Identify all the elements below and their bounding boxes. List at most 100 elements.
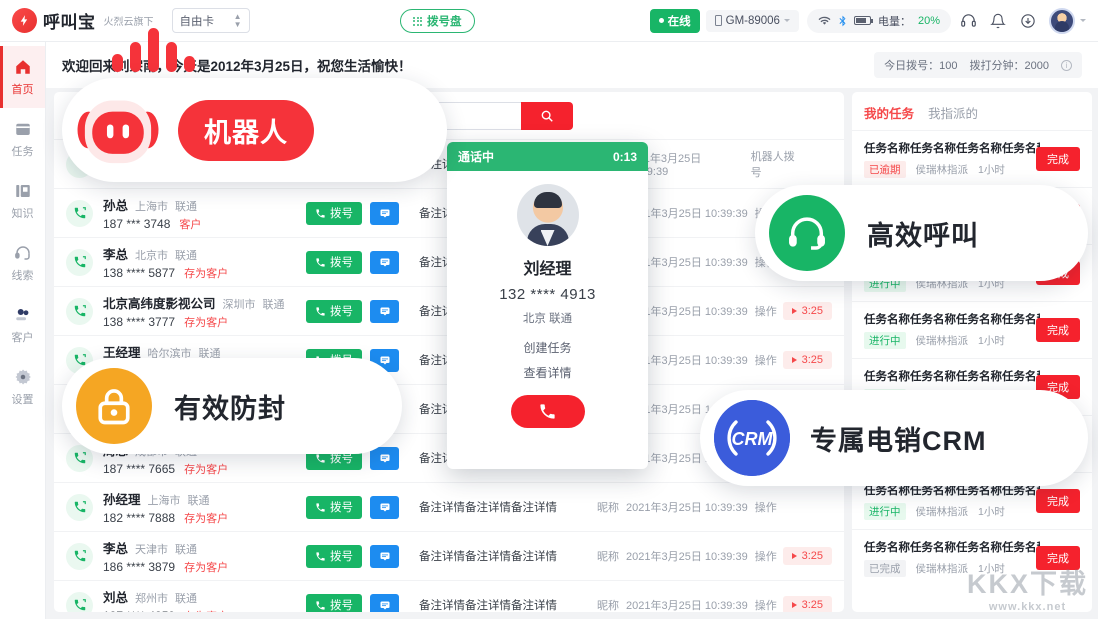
dial-button[interactable]: 拨号 [306, 299, 362, 323]
list-item[interactable]: 任务名称任务名称任务名称任务名称进行中侯瑞林指派 1小时 完成 [852, 301, 1092, 358]
tab-assigned-tasks[interactable]: 我指派的 [928, 103, 978, 122]
hangup-button[interactable] [510, 395, 585, 428]
table-row[interactable]: 刘总郑州市联通187 **** 4859 存为客户 拨号 备注详情备注详情备注详情 昵称… [54, 580, 844, 612]
sidebar: 首页 任务 知识 线索 客户 设置 [0, 42, 46, 619]
dial-button[interactable]: 拨号 [306, 201, 362, 225]
sidebar-item-settings[interactable]: 设置 [0, 356, 45, 418]
sidebar-item-home[interactable]: 首页 [0, 46, 45, 108]
contact-phone: 187 *** 3748 [103, 216, 171, 231]
feature-badge-robot: 机器人 [62, 78, 447, 182]
record-operation[interactable]: 操作 [755, 352, 777, 368]
create-task-link[interactable]: 创建任务 [447, 339, 648, 356]
task-assignee: 侯瑞林指派 [915, 506, 969, 518]
task-assignee: 侯瑞林指派 [915, 164, 969, 176]
download-icon[interactable] [1015, 8, 1041, 34]
contact-tag[interactable]: 存为客户 [184, 608, 228, 613]
battery-value: 20% [917, 14, 940, 27]
online-status-badge[interactable]: 在线 [649, 8, 700, 33]
dial-label: 拨号 [330, 306, 353, 318]
table-row[interactable]: 孙经理 上海市 联通 182 **** 7888 存为客户 拨号 备注详情备注详情备注详情 昵… [54, 482, 844, 531]
record-operation[interactable]: 操作 [755, 303, 777, 319]
contact-tag[interactable]: 存为客户 [184, 265, 228, 281]
dial-label: 拨号 [330, 208, 353, 220]
contact-carrier: 联通 [175, 200, 198, 213]
message-button[interactable] [370, 299, 399, 323]
sidebar-item-knowledge[interactable]: 知识 [0, 170, 45, 232]
avatar [516, 184, 579, 246]
feature-robot-chip: 机器人 [178, 99, 314, 161]
chevron-down-icon[interactable] [1080, 19, 1086, 22]
audio-playback-badge[interactable]: 3:25 [782, 547, 832, 565]
contact-tag[interactable]: 存为客户 [184, 461, 228, 477]
tab-my-tasks[interactable]: 我的任务 [864, 103, 914, 122]
caller-name: 刘经理 [523, 261, 572, 278]
message-button[interactable] [370, 201, 399, 225]
audio-playback-badge[interactable]: 3:25 [782, 351, 832, 369]
sidebar-item-leads[interactable]: 线索 [0, 232, 45, 294]
headset-icon [13, 243, 33, 263]
contact-phone: 138 **** 5877 [103, 265, 176, 280]
decorative-bars [112, 28, 195, 72]
contact-tag[interactable]: 存为客户 [184, 314, 228, 330]
dial-label: 拨号 [330, 551, 353, 563]
complete-task-button[interactable]: 完成 [1036, 489, 1080, 513]
battery-icon [853, 16, 873, 25]
dial-button[interactable]: 拨号 [306, 495, 362, 519]
contact-tag[interactable]: 存为客户 [184, 559, 228, 575]
contact-cell: 孙经理 上海市 联通 182 **** 7888 存为客户 [103, 489, 306, 526]
audio-playback-badge[interactable]: 3:25 [782, 596, 832, 612]
bell-icon[interactable] [985, 8, 1011, 34]
contact-carrier: 联通 [175, 592, 198, 605]
dial-button[interactable]: 拨号 [306, 250, 362, 274]
avatar[interactable] [1049, 7, 1075, 34]
record-operation[interactable]: 机器人拨号 [751, 148, 804, 180]
dialpad-button[interactable]: 拨号盘 [400, 9, 475, 33]
dial-button[interactable]: 拨号 [306, 544, 362, 568]
contact-name: 李总 [103, 541, 129, 556]
contact-phone: 187 **** 4859 [103, 609, 175, 613]
complete-task-button[interactable]: 完成 [1036, 318, 1080, 342]
record-operation[interactable]: 操作 [755, 499, 777, 515]
record-nickname: 昵称 [597, 551, 619, 563]
list-item[interactable]: 任务名称任务名称任务名称任务名称 已逾期 侯瑞林指派 1小时 完成 [852, 130, 1092, 187]
headset-icon[interactable] [955, 8, 981, 34]
contact-name: 孙总 [103, 198, 129, 213]
task-duration: 1小时 [978, 506, 1005, 518]
sidebar-item-tasks[interactable]: 任务 [0, 108, 45, 170]
contact-city: 天津市 [135, 543, 169, 556]
info-icon[interactable]: i [1061, 59, 1072, 71]
contact-carrier: 联通 [187, 494, 210, 507]
message-button[interactable] [370, 250, 399, 274]
search-button[interactable] [520, 102, 573, 130]
sidebar-item-label: 知识 [11, 208, 34, 220]
record-operation[interactable]: 操作 [755, 597, 777, 612]
message-button[interactable] [370, 495, 399, 519]
status-dot-icon [658, 18, 664, 23]
audio-playback-badge[interactable]: 3:25 [782, 302, 832, 320]
sidebar-item-label: 线索 [11, 270, 34, 282]
dial-button[interactable]: 拨号 [306, 593, 362, 612]
record-operation[interactable]: 操作 [755, 548, 777, 564]
sidebar-item-customers[interactable]: 客户 [0, 294, 45, 356]
battery-label: 电量： [877, 15, 911, 28]
book-icon [13, 181, 33, 201]
message-button[interactable] [370, 446, 399, 470]
stat-calls: 今日拨号：100 [884, 60, 958, 72]
device-selector[interactable]: GM-89006 [705, 9, 799, 32]
contact-tag[interactable]: 存为客户 [184, 510, 228, 526]
contact-cell: 刘总郑州市联通187 **** 4859 存为客户 [103, 587, 306, 613]
task-title: 任务名称任务名称任务名称任务名称 [864, 371, 1040, 383]
contact-city: 上海市 [147, 494, 181, 507]
audio-duration: 3:25 [801, 305, 823, 317]
audio-duration: 3:25 [801, 354, 823, 366]
table-row[interactable]: 李总 天津市 联通 186 **** 3879 存为客户 拨号 备注详情备注详情备注详情 昵称… [54, 531, 844, 580]
audio-duration: 3:25 [801, 599, 823, 611]
message-button[interactable] [370, 544, 399, 568]
headset-icon [769, 195, 845, 271]
message-button[interactable] [370, 593, 399, 612]
status-badge: 进行中 [864, 503, 906, 520]
feature-badge-efficient-call: 高效呼叫 [755, 185, 1088, 281]
view-detail-link[interactable]: 查看详情 [447, 364, 648, 381]
complete-task-button[interactable]: 完成 [1036, 147, 1080, 171]
contact-tag[interactable]: 客户 [179, 216, 201, 232]
